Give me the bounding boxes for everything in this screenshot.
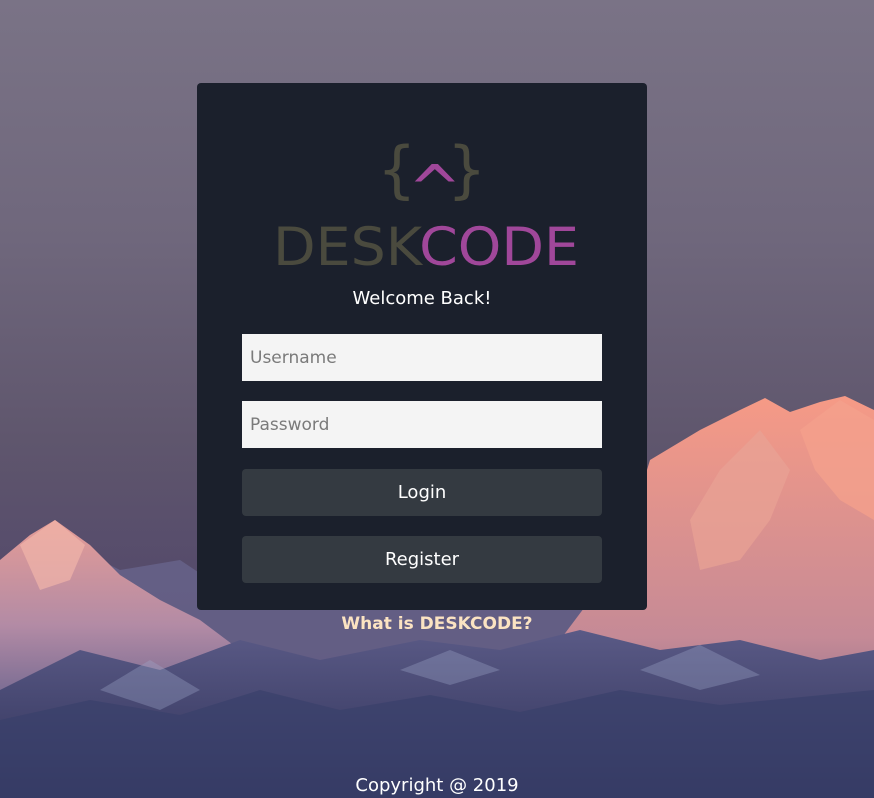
copyright-footer: Copyright @ 2019 [355, 775, 519, 796]
password-input[interactable] [242, 401, 602, 448]
login-button[interactable]: Login [242, 469, 602, 516]
deskcode-logo: { ^ } DESK CODE [273, 133, 579, 269]
register-button[interactable]: Register [242, 536, 602, 583]
what-is-deskcode-link[interactable]: What is DESKCODE? [0, 614, 874, 634]
welcome-heading: Welcome Back! [352, 288, 492, 309]
logo-text-code: CODE [419, 217, 579, 269]
logo-text-desk: DESK [273, 217, 423, 269]
svg-text:DESKCODE: DESK CODE [273, 217, 579, 269]
logo-right-brace: } [447, 133, 486, 206]
page: { ^ } DESKCODE Welcome Back! Login Regis… [0, 0, 874, 798]
username-input[interactable] [242, 334, 602, 381]
login-card: { ^ } DESKCODE Welcome Back! Login Regis… [197, 83, 647, 610]
